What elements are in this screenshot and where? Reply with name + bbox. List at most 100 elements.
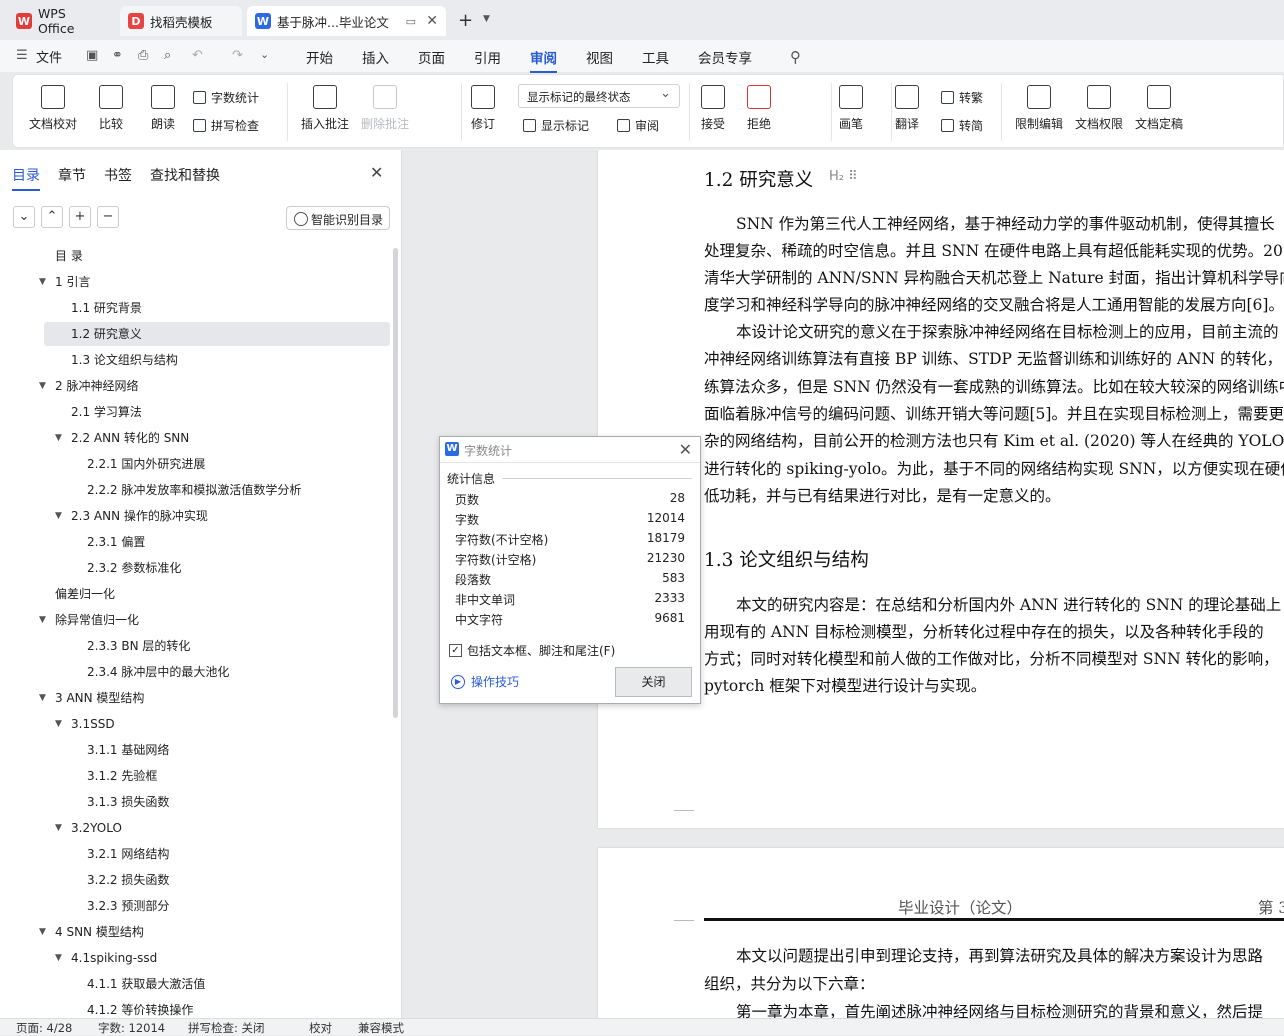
doc-check-button[interactable]: 文档校对 [29,85,77,132]
toc-item[interactable]: 2.2.2 脉冲发放率和模拟激活值数学分析 [0,478,390,502]
toc-item[interactable]: 2.2.1 国内外研究进展 [0,452,390,476]
menu-review[interactable]: 审阅 [530,47,557,73]
translate-button[interactable]: 翻译 [895,85,919,132]
tab-toc[interactable]: 目录 [12,165,40,191]
tab-docer[interactable]: D 找稻壳模板 [120,6,242,36]
chevron-down-icon[interactable]: ▼ [55,426,62,450]
status-proof[interactable]: 校对 [309,1020,332,1036]
toc-item[interactable]: ▼ 2.2 ANN 转化的 SNN [0,426,390,450]
toc-item[interactable]: 2.1 学习算法 [0,400,390,424]
scrollbar[interactable] [393,248,398,718]
toc-item[interactable]: 2.3.3 BN 层的转化 [0,634,390,658]
toc-item[interactable]: 偏差归一化 [0,582,390,606]
accept-button[interactable]: 接受 [701,85,725,132]
menu-insert[interactable]: 插入 [362,47,389,67]
heading-handle-icon[interactable]: H₂ ⠿ [829,169,858,184]
menu-member[interactable]: 会员专享 [698,47,752,67]
file-menu[interactable]: 文件 [36,47,62,66]
toc-item[interactable]: ▼ 4 SNN 模型结构 [0,920,390,944]
tips-link[interactable]: ▶ 操作技巧 [451,673,519,690]
smart-toc-button[interactable]: 智能识别目录 [286,206,390,230]
toc-item[interactable]: 2.3.2 参数标准化 [0,556,390,580]
doc-permission-button[interactable]: 文档权限 [1075,85,1123,132]
print-icon[interactable]: ⎙ [138,48,148,63]
doc-finalize-button[interactable]: 文档定稿 [1135,85,1183,132]
toc-item[interactable]: 3.2.3 预测部分 [0,894,390,918]
toc-item[interactable]: ▼ 2.3 ANN 操作的脉冲实现 [0,504,390,528]
track-changes-button[interactable]: 修订 [471,85,495,132]
markup-state-select[interactable]: 显示标记的最终状态 [518,84,680,108]
compare-button[interactable]: 比较 [99,85,123,132]
chevron-down-icon[interactable]: ▼ [55,504,62,528]
word-count-button[interactable]: 字数统计 [193,89,259,106]
chevron-down-icon[interactable]: ▼ [39,608,46,632]
search-icon[interactable]: ⚲ [790,48,801,66]
toc-item[interactable]: ▼ 3.1SSD [0,712,390,736]
close-tab-icon[interactable]: ✕ [426,13,438,29]
insert-comment-button[interactable]: 插入批注 [301,85,349,132]
restrict-edit-button[interactable]: 限制编辑 [1015,85,1063,132]
chevron-down-icon[interactable]: ▼ [483,14,490,24]
toc-item[interactable]: ▼ 1 引言 [0,270,390,294]
chevron-down-icon[interactable]: ▼ [39,374,46,398]
chevron-down-icon[interactable]: ⌄ [260,48,269,61]
chevron-down-icon[interactable]: ▼ [55,946,62,970]
new-tab-plus-icon[interactable]: + [458,10,473,31]
status-words[interactable]: 字数: 12014 [98,1020,165,1036]
toc-item[interactable]: ▼ 3.2YOLO [0,816,390,840]
add-level-button[interactable]: + [69,206,91,228]
tab-find-replace[interactable]: 查找和替换 [150,165,220,185]
collapse-up-button[interactable]: ⌃ [41,206,63,228]
toc-item[interactable]: 3.1.3 损失函数 [0,790,390,814]
read-aloud-button[interactable]: 朗读 [151,85,175,132]
redo-icon[interactable]: ↷ [232,48,243,63]
toc-item[interactable]: ▼ 除异常值归一化 [0,608,390,632]
ink-button[interactable]: 画笔 [839,85,863,132]
print-preview-icon[interactable]: ⌕ [164,48,171,63]
chevron-down-icon[interactable]: ▼ [55,712,62,736]
status-spell[interactable]: 拼写检查: 关闭 [188,1020,265,1036]
toc-item[interactable]: 3.2.1 网络结构 [0,842,390,866]
show-markup-button[interactable]: 显示标记 [523,117,589,134]
checkbox-checked-icon[interactable]: ✓ [449,644,462,657]
toc-item[interactable]: 2.3.1 偏置 [0,530,390,554]
save-icon[interactable]: ▣ [86,48,98,63]
toc-item[interactable]: 1.2 研究意义 [44,322,390,346]
review-pane-button[interactable]: 审阅 [617,117,659,134]
chevron-down-icon[interactable]: ▼ [39,686,46,710]
menu-references[interactable]: 引用 [474,47,501,67]
toc-item[interactable]: ▼ 3 ANN 模型结构 [0,686,390,710]
toc-item[interactable]: 1.3 论文组织与结构 [0,348,390,372]
chevron-down-icon[interactable]: ▼ [39,920,46,944]
menu-view[interactable]: 视图 [586,47,613,67]
toc-item[interactable]: 4.1.1 获取最大激活值 [0,972,390,996]
close-button[interactable]: 关闭 [615,667,692,697]
window-mode-icon[interactable]: ▭ [406,15,416,28]
remove-level-button[interactable]: − [97,206,119,228]
reject-button[interactable]: 拒绝 [747,85,771,132]
spell-check-button[interactable]: 拼写检查 [193,117,259,134]
toc-item[interactable]: ▼ 2 脉冲神经网络 [0,374,390,398]
toc-item[interactable]: 3.2.2 损失函数 [0,868,390,892]
expand-down-button[interactable]: ⌄ [13,206,35,228]
tab-document[interactable]: W 基于脉冲...毕业论文 ▭ ✕ [247,6,446,36]
toc-item[interactable]: ▼ 4.1spiking-ssd [0,946,390,970]
tab-wps-office[interactable]: W WPS Office [8,6,114,36]
toc-item[interactable]: 1.1 研究背景 [0,296,390,320]
menu-page[interactable]: 页面 [418,47,445,67]
menu-tools[interactable]: 工具 [642,47,669,67]
toc-item[interactable]: 4.1.2 等价转换操作 [0,998,390,1016]
to-traditional-button[interactable]: 转繁 [941,89,983,106]
menu-start[interactable]: 开始 [306,47,333,67]
tab-bookmarks[interactable]: 书签 [104,165,132,185]
toc-item[interactable]: 目 录 [0,244,390,268]
toc-item[interactable]: 3.1.1 基础网络 [0,738,390,762]
chevron-down-icon[interactable]: ▼ [39,270,46,294]
toc-item[interactable]: 3.1.2 先验框 [0,764,390,788]
include-textbox-checkbox[interactable]: ✓ 包括文本框、脚注和尾注(F) [449,642,615,659]
close-icon[interactable]: ✕ [370,163,383,182]
close-icon[interactable]: ✕ [679,440,692,459]
to-simplified-button[interactable]: 转简 [941,117,983,134]
share-icon[interactable]: ⚭ [112,48,123,63]
toc-item[interactable]: 2.3.4 脉冲层中的最大池化 [0,660,390,684]
